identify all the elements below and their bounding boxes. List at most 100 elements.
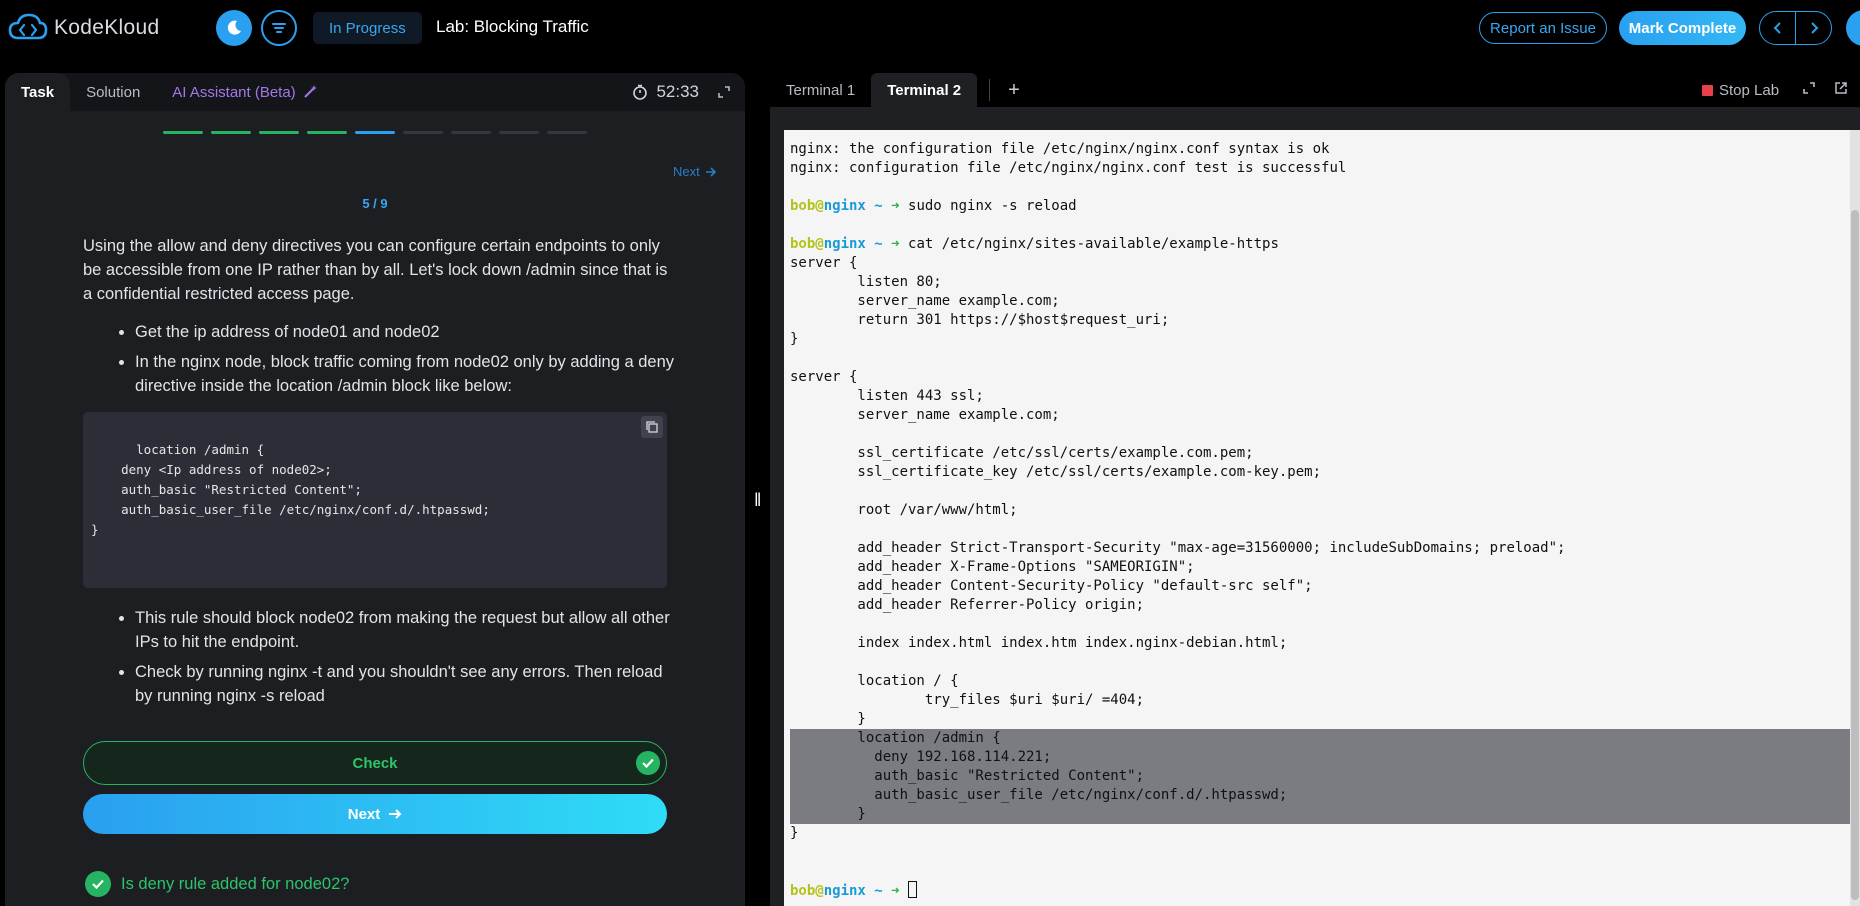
terminal-line: server { (790, 255, 858, 271)
terminal-line: listen 443 ssl; (790, 388, 984, 404)
next-button[interactable]: Next (83, 794, 667, 834)
brand-name: KodeKloud (54, 16, 160, 39)
terminal-line: } (790, 805, 1852, 824)
report-issue-button[interactable]: Report an Issue (1479, 12, 1607, 44)
tab-ai-assistant-label: AI Assistant (Beta) (172, 83, 296, 101)
page-title: Lab: Blocking Traffic (436, 17, 589, 36)
next-label: Next (347, 805, 381, 823)
scrollbar-thumb[interactable] (1851, 210, 1859, 900)
check-button[interactable]: Check (83, 741, 667, 785)
next-step-label: Next (673, 164, 700, 179)
terminal-line: server_name example.com; (790, 407, 1060, 423)
tab-terminal-2[interactable]: Terminal 2 (871, 73, 978, 107)
tab-ai-assistant[interactable]: AI Assistant (Beta) (156, 73, 333, 111)
terminal-screen[interactable]: nginx: the configuration file /etc/nginx… (784, 130, 1860, 906)
tab-terminal-1[interactable]: Terminal 1 (770, 73, 871, 107)
terminal-frame: nginx: the configuration file /etc/nginx… (770, 107, 1860, 906)
code-snippet: location /admin { deny <Ip address of no… (83, 412, 667, 588)
terminal-cursor (908, 881, 918, 898)
kodekloud-logo-icon (8, 12, 48, 44)
stop-lab-label: Stop Lab (1719, 82, 1780, 99)
step-progress (163, 131, 587, 134)
progress-segment (499, 131, 539, 134)
terminal-line: bob@nginx ~ ➜ cat /etc/nginx/sites-avail… (790, 236, 1279, 252)
terminal-line: location /admin { (790, 729, 1852, 748)
mark-complete-button[interactable]: Mark Complete (1619, 11, 1746, 45)
progress-segment (355, 131, 395, 134)
task-content: Using the allow and deny directives you … (83, 234, 675, 722)
step-counter: 5 / 9 (362, 196, 388, 211)
task-bullet: Check by running nginx -t and you should… (135, 660, 675, 708)
progress-segment (163, 131, 203, 134)
tab-divider (989, 79, 991, 101)
task-panel: Task Solution AI Assistant (Beta) 52:33 … (5, 73, 745, 906)
theme-toggle-button[interactable] (216, 10, 252, 46)
task-bullet: Get the ip address of node01 and node02 (135, 320, 675, 344)
terminal-line: } (790, 825, 799, 841)
stop-icon (1702, 85, 1713, 96)
chevron-left-icon (1773, 22, 1781, 34)
copy-icon (646, 421, 658, 433)
progress-segment (211, 131, 251, 134)
magic-wand-icon (303, 85, 317, 98)
timer-value: 52:33 (656, 82, 699, 101)
progress-segment (451, 131, 491, 134)
tab-solution[interactable]: Solution (70, 73, 156, 111)
task-tabs: Task Solution AI Assistant (Beta) 52:33 (5, 73, 745, 111)
terminal-line: } (790, 711, 866, 727)
progress-segment (403, 131, 443, 134)
open-external-icon[interactable] (1834, 81, 1848, 95)
brand-logo[interactable]: KodeKloud (8, 12, 159, 44)
terminal-scrollbar[interactable] (1850, 130, 1860, 906)
terminal-line: index index.html index.htm index.nginx-d… (790, 635, 1288, 651)
task-bullet: In the nginx node, block traffic coming … (135, 350, 675, 398)
terminal-line: ssl_certificate_key /etc/ssl/certs/examp… (790, 464, 1322, 480)
terminal-line: deny 192.168.114.221; (790, 748, 1852, 767)
expand-icon[interactable] (1802, 81, 1816, 95)
arrow-right-icon (705, 166, 716, 177)
copy-button[interactable] (641, 416, 663, 438)
terminal-line: } (790, 331, 799, 347)
menu-button[interactable] (261, 10, 297, 46)
timer: 52:33 (632, 82, 731, 102)
terminal-line: bob@nginx ~ ➜ sudo nginx -s reload (790, 198, 1077, 214)
terminal-panel: Terminal 1 Terminal 2 + Stop Lab nginx: … (770, 73, 1860, 906)
terminal-line: nginx: the configuration file /etc/nginx… (790, 141, 1330, 157)
check-result: Is deny rule added for node02? (85, 871, 349, 897)
terminal-line: bob@nginx ~ ➜ (790, 881, 1852, 900)
add-terminal-button[interactable]: + (1002, 79, 1026, 102)
hamburger-icon (272, 23, 286, 33)
panel-resize-handle[interactable]: ‖ (754, 490, 761, 511)
tab-task[interactable]: Task (5, 73, 71, 111)
terminal-line: add_header Strict-Transport-Security "ma… (790, 540, 1566, 556)
terminal-line: auth_basic_user_file /etc/nginx/conf.d/.… (790, 786, 1852, 805)
terminal-line: listen 80; (790, 274, 942, 290)
status-badge: In Progress (313, 12, 422, 44)
task-intro: Using the allow and deny directives you … (83, 237, 668, 303)
stopwatch-icon (633, 84, 648, 100)
terminal-line: add_header Content-Security-Policy "defa… (790, 578, 1313, 594)
check-label: Check (352, 754, 398, 772)
check-result-text: Is deny rule added for node02? (121, 874, 350, 893)
next-step-link[interactable]: Next (673, 164, 717, 179)
task-bullet: This rule should block node02 from makin… (135, 606, 675, 654)
terminal-tabs: Terminal 1 Terminal 2 + (770, 73, 1860, 107)
terminal-line: add_header Referrer-Policy origin; (790, 597, 1145, 613)
next-lab-button[interactable] (1796, 12, 1831, 44)
terminal-line: server { (790, 369, 858, 385)
terminal-line: root /var/www/html; (790, 502, 1018, 518)
profile-button[interactable] (1846, 10, 1860, 46)
terminal-line: try_files $uri $uri/ =404; (790, 692, 1145, 708)
code-text: location /admin { deny <Ip address of no… (91, 442, 490, 537)
expand-icon[interactable] (717, 85, 731, 99)
chevron-right-icon (1810, 22, 1818, 34)
previous-button[interactable] (1760, 12, 1796, 44)
top-bar: KodeKloud In Progress Lab: Blocking Traf… (0, 0, 1860, 56)
stop-lab-button[interactable]: Stop Lab (1702, 82, 1779, 99)
